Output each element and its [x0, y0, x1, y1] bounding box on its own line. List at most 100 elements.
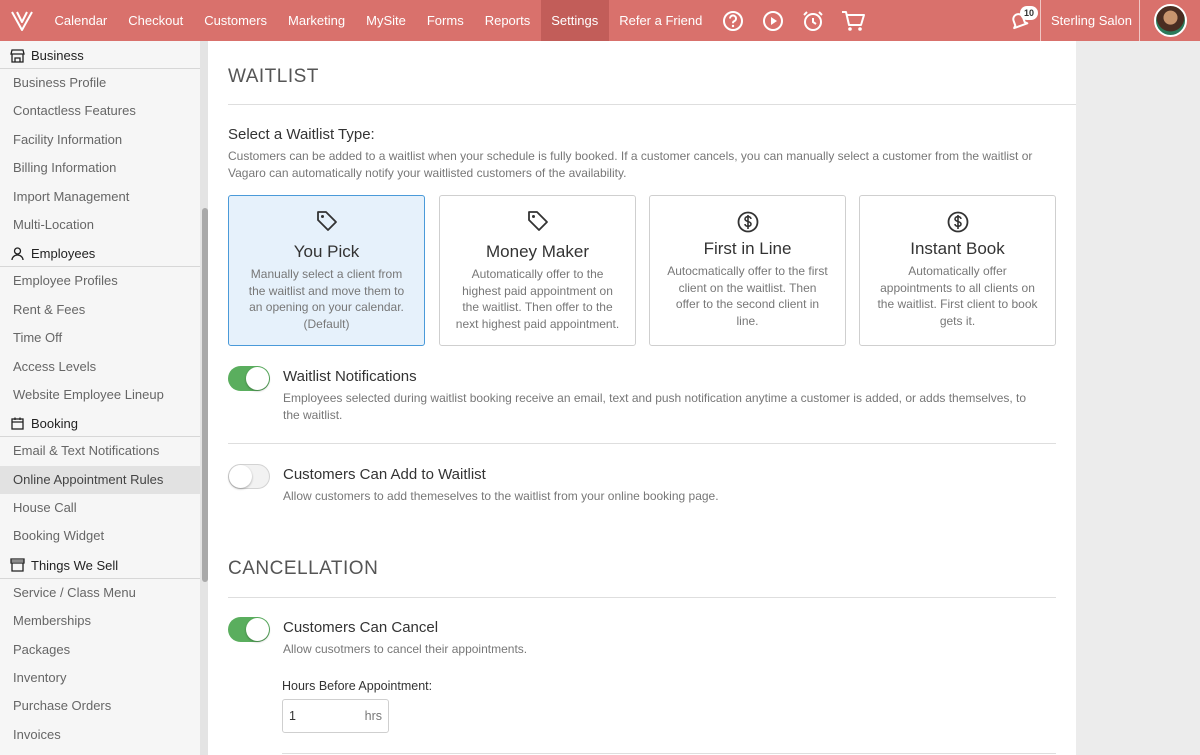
nav-mysite[interactable]: MySite — [356, 0, 417, 41]
page-background-right — [1076, 41, 1200, 755]
card-description-line: client on the waitlist. Then — [678, 280, 817, 295]
hours-before-input[interactable] — [289, 709, 349, 723]
card-description-line: Automatically offer to the — [471, 267, 604, 281]
settings-sidebar: Business Business Profile Contactless Fe… — [0, 41, 200, 755]
card-description-line: an opening on your calendar. — [249, 300, 404, 315]
sidebar-section-title: Employees — [31, 246, 96, 262]
sidebar-item-multi-location[interactable]: Multi-Location — [0, 211, 200, 239]
waitlist-notifications-description: Employees selected during waitlist booki… — [283, 390, 1063, 423]
sidebar-item-time-off[interactable]: Time Off — [0, 324, 200, 352]
waitlist-notifications-title: Waitlist Notifications — [283, 368, 417, 385]
main-content: WAITLIST Select a Waitlist Type: Custome… — [208, 41, 1076, 755]
sidebar-section-title: Business — [31, 48, 84, 63]
waitlist-type-card-instant-book[interactable]: Instant Book Automatically offer appoint… — [859, 195, 1056, 346]
description-line: Employees selected during waitlist booki… — [283, 391, 1027, 405]
sidebar-item-access-levels[interactable]: Access Levels — [0, 353, 200, 381]
card-description-line: the waitlist. First client to book — [877, 297, 1038, 312]
tag-icon — [527, 211, 548, 231]
nav-refer-a-friend[interactable]: Refer a Friend — [609, 0, 713, 41]
nav-marketing[interactable]: Marketing — [278, 0, 356, 41]
vagaro-logo[interactable] — [0, 0, 44, 41]
top-nav: Calendar Checkout Customers Marketing My… — [0, 0, 1200, 41]
sidebar-section-title: Things We Sell — [31, 557, 119, 573]
sidebar-item-packages[interactable]: Packages — [0, 636, 200, 664]
nav-reports[interactable]: Reports — [474, 0, 541, 41]
help-icon[interactable] — [713, 0, 753, 41]
sidebar-item-website-employee-lineup[interactable]: Website Employee Lineup — [0, 381, 200, 409]
card-description-line: the waitlist and move them to — [248, 283, 405, 298]
waitlist-type-card-you-pick[interactable]: You Pick Manually select a client from t… — [228, 195, 425, 346]
card-description: Automatically offer appointments to all … — [872, 263, 1043, 330]
nav-checkout[interactable]: Checkout — [118, 0, 194, 41]
sidebar-item-online-appointment-rules[interactable]: Online Appointment Rules — [0, 465, 200, 495]
sidebar-item-house-call[interactable]: House Call — [0, 494, 200, 522]
alarm-clock-icon[interactable] — [793, 0, 833, 41]
nav-settings[interactable]: Settings — [540, 0, 609, 41]
sidebar-item-billing-information[interactable]: Billing Information — [0, 154, 200, 182]
customers-can-add-toggle[interactable] — [228, 464, 270, 489]
account-name[interactable]: Sterling Salon — [1041, 13, 1139, 28]
toggle-knob — [246, 618, 269, 641]
card-title: Money Maker — [486, 242, 589, 261]
waitlist-type-card-first-in-line[interactable]: First in Line Autocmatically offer to th… — [649, 195, 846, 346]
sidebar-item-business-profile[interactable]: Business Profile — [0, 69, 200, 97]
card-description-line: Autocmatically offer to the first — [667, 264, 828, 278]
card-description-line: Manually select a client from — [250, 267, 403, 281]
nav-customers[interactable]: Customers — [194, 0, 278, 41]
sidebar-item-memberships[interactable]: Memberships — [0, 607, 200, 635]
avatar — [1153, 4, 1187, 37]
sidebar-section-employees: Employees — [0, 241, 200, 268]
dollar-circle-icon — [947, 211, 968, 233]
card-title: Instant Book — [910, 239, 1005, 258]
sidebar-item-rent-fees[interactable]: Rent & Fees — [0, 296, 200, 324]
customers-can-add-title: Customers Can Add to Waitlist — [283, 466, 486, 483]
customers-can-cancel-toggle[interactable] — [228, 617, 270, 642]
nav-calendar[interactable]: Calendar — [44, 0, 118, 41]
sidebar-item-inventory[interactable]: Inventory — [0, 664, 200, 692]
sidebar-item-service-class-menu[interactable]: Service / Class Menu — [0, 579, 200, 607]
sidebar-section-title: Booking — [31, 416, 78, 432]
sidebar-item-employee-profiles[interactable]: Employee Profiles — [0, 267, 200, 295]
sidebar-item-email-text-notifications[interactable]: Email & Text Notifications — [0, 437, 200, 465]
sidebar-item-invoices[interactable]: Invoices — [0, 721, 200, 749]
sidebar-section-business: Business — [0, 43, 200, 69]
toggle-knob — [246, 367, 269, 390]
cart-icon[interactable] — [833, 0, 873, 41]
tag-icon — [316, 211, 337, 231]
hours-before-field[interactable]: hrs — [282, 699, 389, 733]
sidebar-item-booking-widget[interactable]: Booking Widget — [0, 522, 200, 550]
card-description-line: (Default) — [303, 317, 350, 332]
row-divider — [228, 443, 1056, 444]
notifications-bell[interactable]: 10 — [998, 0, 1040, 41]
waitlist-notifications-toggle[interactable] — [228, 366, 270, 391]
customers-can-cancel-description: Allow cusotmers to cancel their appointm… — [283, 642, 528, 656]
section-divider — [228, 104, 1076, 105]
sidebar-item-contactless-features[interactable]: Contactless Features — [0, 97, 200, 125]
notification-count-badge: 10 — [1019, 6, 1038, 20]
card-description-line: gets it. — [939, 314, 976, 329]
play-icon[interactable] — [753, 0, 793, 41]
waitlist-section-title: WAITLIST — [228, 66, 319, 87]
card-description-line: line. — [736, 314, 759, 329]
sidebar-section-booking: Booking — [0, 411, 200, 438]
store-icon — [9, 48, 25, 64]
user-avatar-button[interactable] — [1140, 0, 1200, 41]
sidebar-item-import-management[interactable]: Import Management — [0, 183, 200, 211]
person-icon — [9, 246, 25, 262]
cancellation-section-title: CANCELLATION — [228, 558, 379, 579]
card-description-line: appointments to all clients on — [880, 280, 1035, 295]
hours-before-label: Hours Before Appointment: — [282, 679, 433, 693]
description-line: Customers can be added to a waitlist whe… — [228, 149, 1033, 163]
nav-forms[interactable]: Forms — [416, 0, 474, 41]
card-description-line: Automatically offer — [908, 264, 1007, 278]
waitlist-type-label: Select a Waitlist Type: — [228, 126, 375, 143]
card-description: Automatically offer to the highest paid … — [452, 266, 623, 333]
calendar-icon — [9, 416, 25, 432]
sidebar-item-purchase-orders[interactable]: Purchase Orders — [0, 692, 200, 720]
sidebar-item-facility-information[interactable]: Facility Information — [0, 126, 200, 154]
waitlist-type-card-money-maker[interactable]: Money Maker Automatically offer to the h… — [439, 195, 636, 346]
row-divider — [282, 753, 1056, 754]
customers-can-cancel-title: Customers Can Cancel — [283, 619, 439, 636]
customers-can-add-description: Allow customers to add themeselves to th… — [283, 489, 719, 503]
waitlist-type-description: Customers can be added to a waitlist whe… — [228, 148, 1068, 181]
